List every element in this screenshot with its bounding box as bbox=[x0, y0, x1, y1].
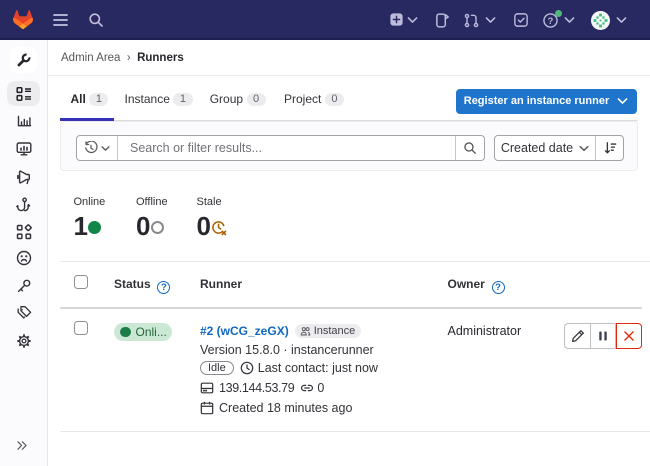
svg-text:?: ? bbox=[548, 16, 554, 26]
